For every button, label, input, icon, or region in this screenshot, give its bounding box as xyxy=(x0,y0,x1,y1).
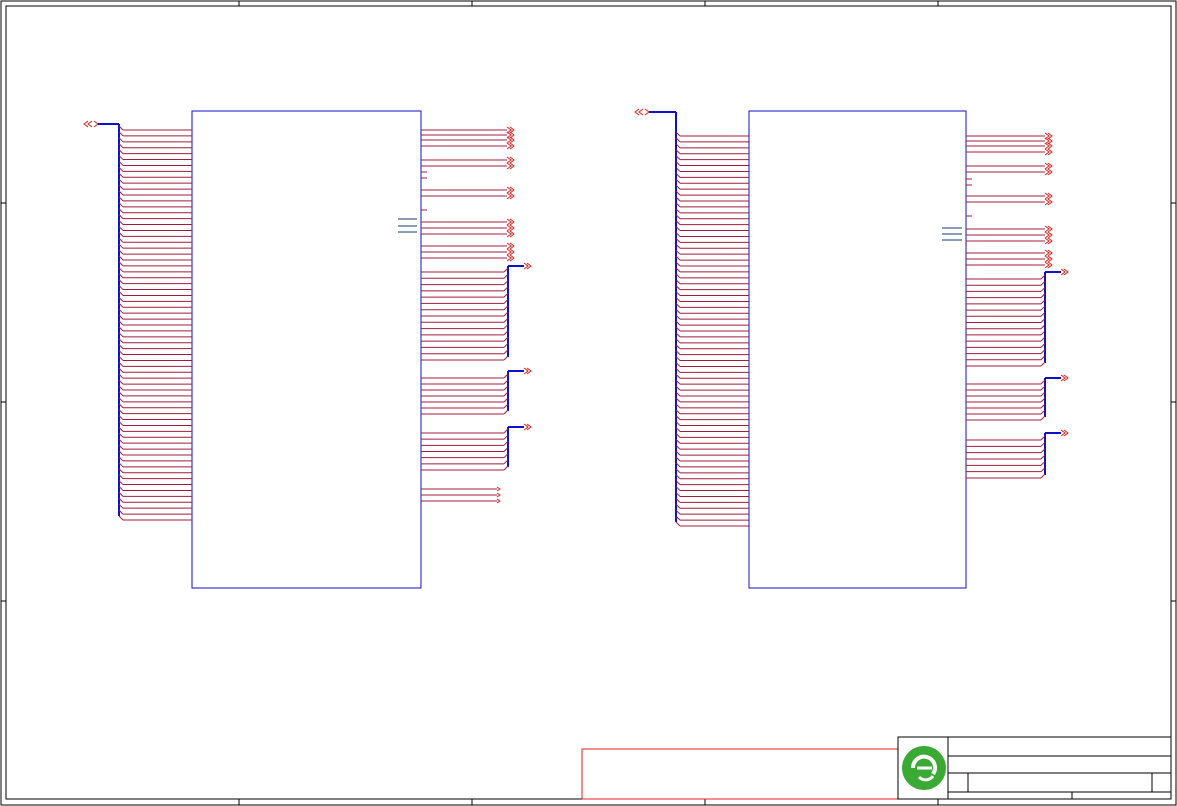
bus-entry xyxy=(1040,473,1046,479)
net-port-arrow-icon xyxy=(496,486,501,492)
right-input-port-icon xyxy=(634,108,650,116)
right-component-body xyxy=(748,110,967,589)
schematic-sheet xyxy=(0,0,1177,806)
bus-entry xyxy=(675,521,681,527)
left-block-wires xyxy=(118,124,532,521)
bus-entry xyxy=(503,409,509,415)
right-block-wires xyxy=(675,112,1069,527)
left-input-port-icon xyxy=(83,120,99,128)
schematic-canvas xyxy=(0,0,1177,806)
left-pin-stubs xyxy=(398,218,417,233)
net-port-arrow-icon xyxy=(496,498,501,504)
sheet-frame xyxy=(0,0,1177,806)
bus-entry xyxy=(503,465,509,471)
left-component-body xyxy=(191,110,422,589)
right-pin-stubs xyxy=(942,227,962,241)
bus-entry xyxy=(1040,415,1046,421)
note-box xyxy=(581,748,899,800)
bus-entry xyxy=(1040,361,1046,367)
green-e-logo-icon xyxy=(902,746,946,790)
bus-entry xyxy=(503,355,509,361)
bus-entry xyxy=(118,515,124,521)
net-port-arrow-icon xyxy=(496,492,501,498)
